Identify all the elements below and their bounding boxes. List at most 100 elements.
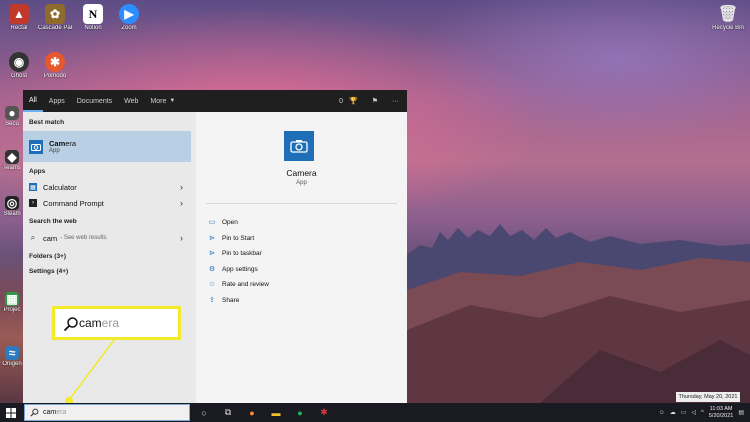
tomato-icon: ✱: [45, 52, 65, 72]
camera-icon: [284, 131, 314, 161]
desktop-icon-zoom[interactable]: ▶ Zoom: [112, 4, 146, 31]
desktop-icon-notion[interactable]: N Notion: [76, 4, 110, 31]
chevron-right-icon[interactable]: ›: [180, 182, 183, 192]
start-button[interactable]: [0, 403, 22, 422]
taskbar-search-text: camera: [43, 409, 66, 416]
result-command-prompt[interactable]: › Command Prompt ›: [23, 195, 191, 211]
action-rate-and-review[interactable]: ☆ Rate and review: [208, 277, 269, 291]
shield-icon: ●: [5, 106, 19, 120]
chevron-right-icon[interactable]: ›: [180, 198, 183, 208]
action-share[interactable]: ⇪ Share: [208, 293, 239, 307]
folders-header[interactable]: Folders (3+): [23, 250, 66, 263]
action-label: Open: [222, 218, 238, 226]
chevron-right-icon[interactable]: ›: [180, 233, 183, 243]
file-explorer-icon[interactable]: ▬: [268, 405, 284, 421]
action-pin-to-taskbar[interactable]: ⊳ Pin to taskbar: [208, 246, 262, 260]
desktop-icon-2[interactable]: ✿ Cascade Pak: [38, 4, 72, 31]
tab-web[interactable]: Web: [118, 90, 144, 112]
best-match-camera[interactable]: Camera App: [23, 131, 191, 162]
desktop-icon-ghost[interactable]: ◉ Ghost: [2, 52, 36, 79]
search-filter-bar: All Apps Documents Web More ▼ 0 🏆 ⚑ ···: [23, 90, 407, 112]
callout-typed: cam: [79, 316, 102, 330]
tab-apps[interactable]: Apps: [43, 90, 71, 112]
calculator-icon: ▦: [29, 183, 37, 191]
action-label: Pin to Start: [222, 234, 255, 242]
system-tray: ☺ ☁ ▭ ◁ ^ 11:03 AM 5/20/2021 ▤: [659, 403, 744, 422]
clock[interactable]: 11:03 AM 5/20/2021: [709, 406, 733, 420]
best-match-name: Camera: [49, 139, 76, 148]
tab-more-label: More: [150, 97, 167, 105]
people-icon[interactable]: ☺: [659, 410, 665, 416]
search-top-actions: 0 🏆 ⚑ ···: [339, 90, 399, 112]
start-search-panel: All Apps Documents Web More ▼ 0 🏆 ⚑ ··· …: [23, 90, 407, 403]
cortana-icon[interactable]: ○: [196, 405, 212, 421]
search-icon: [63, 317, 78, 332]
taskbar: camera ○ ⧉ ● ▬ ● ✱ ☺ ☁ ▭ ◁ ^ 11:03 AM 5/…: [0, 403, 750, 422]
terminal-icon: ›: [29, 199, 37, 207]
action-app-settings[interactable]: ⚙ App settings: [208, 262, 258, 276]
desktop-icon-pomodo[interactable]: ✱ Pomodo: [38, 52, 72, 79]
app-preview-pane: Camera App ▭ Open ⊳ Pin to Start ⊳ Pin to t…: [196, 112, 407, 403]
preview-app-type: App: [296, 180, 307, 186]
app-icon[interactable]: ✱: [316, 405, 332, 421]
chevron-up-icon[interactable]: ^: [701, 410, 704, 416]
web-header: Search the web: [29, 218, 77, 225]
share-icon: ⇪: [209, 297, 215, 304]
star-icon: ☆: [208, 281, 216, 288]
points-count: 0: [339, 98, 344, 105]
notifications-icon[interactable]: ▤: [738, 409, 744, 416]
app-icon: ✿: [45, 4, 65, 24]
desktop-icon-side-5[interactable]: ≈ Onigen: [2, 346, 22, 367]
more-options-icon[interactable]: ···: [392, 98, 399, 105]
settings-header[interactable]: Settings (4+): [23, 265, 68, 278]
web-query: cam: [43, 233, 58, 243]
app-icon: ≈: [5, 346, 19, 360]
divider: [206, 203, 397, 204]
tab-documents[interactable]: Documents: [71, 90, 118, 112]
pin-icon: ⊳: [209, 235, 215, 242]
action-label: Share: [222, 296, 240, 304]
result-calculator[interactable]: ▦ Calculator ›: [23, 179, 191, 195]
zoom-icon: ▶: [119, 4, 139, 24]
app-icon: ▲: [9, 4, 29, 24]
taskbar-search-input[interactable]: camera: [24, 404, 190, 421]
desktop-icon-recycle-bin[interactable]: 🗑 Recycle Bin: [708, 4, 748, 31]
volume-icon[interactable]: ◁: [691, 409, 696, 416]
result-label: Calculator: [43, 182, 77, 192]
action-label: Pin to taskbar: [222, 249, 262, 257]
cloud-icon[interactable]: ☁: [670, 409, 676, 416]
tab-all[interactable]: All: [23, 90, 43, 112]
firefox-icon[interactable]: ●: [244, 405, 260, 421]
clock-date: 5/20/2021: [708, 412, 734, 419]
tab-more[interactable]: More ▼: [144, 90, 181, 112]
desktop-icon-side-2[interactable]: ◆ Teams: [2, 150, 22, 171]
gear-icon: ⚙: [208, 266, 216, 273]
task-view-icon[interactable]: ⧉: [220, 405, 236, 421]
camera-icon: [29, 139, 43, 154]
app-icon: ◆: [5, 150, 19, 164]
search-zoom-callout: camera: [52, 306, 181, 340]
spotify-icon[interactable]: ●: [292, 405, 308, 421]
search-icon: ⌕: [30, 233, 36, 242]
app-icon: ▦: [5, 292, 19, 306]
result-web-search[interactable]: ⌕ cam - See web results ›: [23, 230, 191, 246]
results-list: Best match Camera App Apps ▦ Calculator …: [23, 112, 196, 403]
feedback-icon[interactable]: ⚑: [372, 97, 378, 105]
windows-icon: [6, 407, 16, 418]
desktop-icon-side-3[interactable]: ◎ Steam: [2, 196, 22, 217]
desktop-icon-1[interactable]: ▲ Rectal: [2, 4, 36, 31]
network-icon[interactable]: ▭: [681, 409, 687, 416]
action-pin-to-start[interactable]: ⊳ Pin to Start: [208, 231, 254, 245]
best-match-name-bold: Cam: [49, 139, 66, 148]
notion-icon: N: [83, 4, 103, 24]
desktop-icon-side-4[interactable]: ▦ Projec: [2, 292, 22, 313]
desktop-icon-side-1[interactable]: ● Secu: [2, 106, 22, 127]
alien-icon: ◉: [9, 52, 29, 72]
rewards-points[interactable]: 0 🏆: [339, 97, 358, 105]
best-match-header: Best match: [29, 119, 65, 126]
search-suggestion: era: [56, 409, 67, 416]
action-open[interactable]: ▭ Open: [208, 215, 238, 229]
callout-suggestion: era: [101, 316, 120, 330]
best-match-type: App: [49, 148, 60, 154]
open-icon: ▭: [208, 219, 216, 226]
